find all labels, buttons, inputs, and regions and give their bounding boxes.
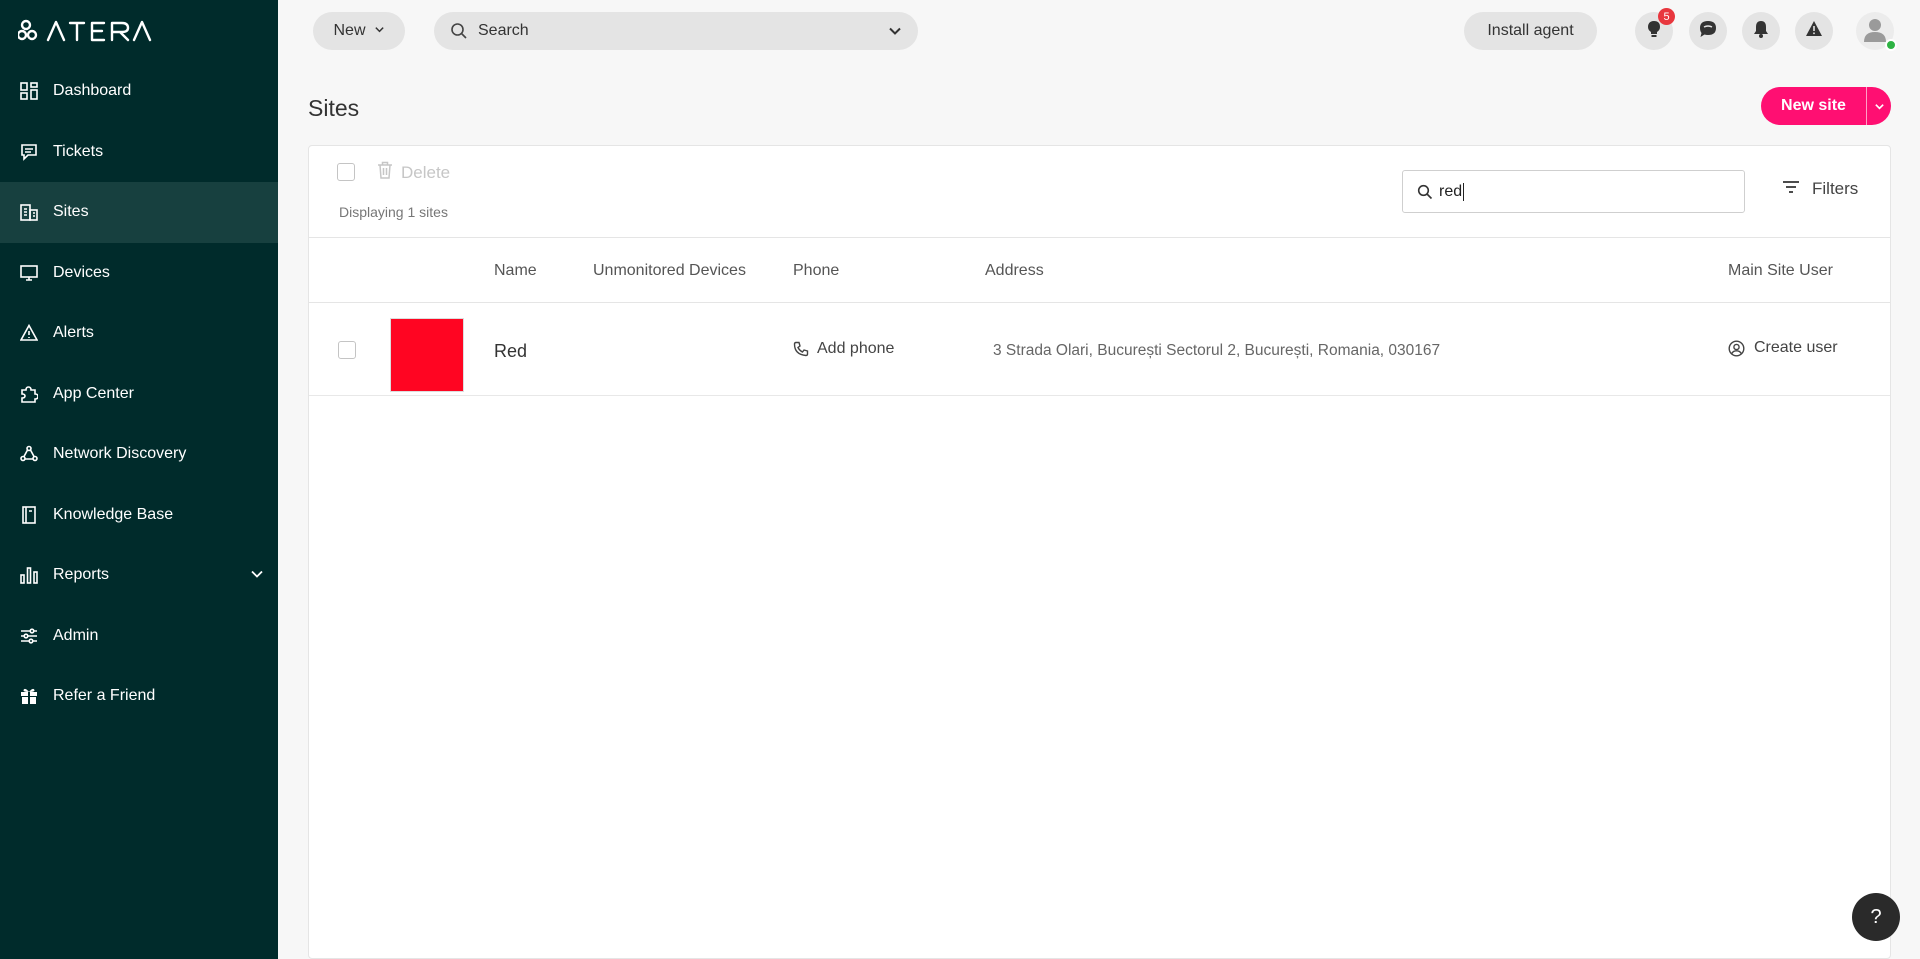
sidebar-item-devices[interactable]: Devices [0,243,278,304]
sidebar-item-dashboard[interactable]: Dashboard [0,61,278,122]
notifications-button[interactable] [1742,12,1780,50]
sidebar-item-reports[interactable]: Reports [0,545,278,606]
select-all-checkbox[interactable] [337,163,355,181]
sidebar-item-label: Network Discovery [53,445,187,463]
trash-icon [377,161,393,184]
puzzle-icon [19,384,39,404]
column-header-unmonitored-devices[interactable]: Unmonitored Devices [593,262,746,280]
add-phone-link[interactable]: Add phone [793,340,894,358]
user-circle-icon [1728,339,1745,357]
warning-icon [1805,20,1823,42]
ideas-button[interactable]: 5 [1635,8,1675,50]
sidebar-item-refer-a-friend[interactable]: Refer a Friend [0,666,278,727]
global-search[interactable]: Search [434,12,918,50]
avatar[interactable] [1856,12,1897,51]
search-icon [450,22,468,40]
chat-button[interactable] [1689,12,1727,50]
chevron-down-icon [1874,103,1884,110]
top-bar: New Search Install agent 5 [278,0,1920,62]
atera-logo-mark [18,19,152,42]
search-value: red [1439,182,1463,200]
filter-icon [1782,179,1800,199]
column-header-main-site-user[interactable]: Main Site User [1728,262,1833,280]
bell-icon [1753,20,1769,43]
sidebar-item-label: Devices [53,263,110,281]
help-button[interactable]: ? [1852,893,1900,941]
site-thumbnail[interactable] [390,318,464,392]
chevron-down-icon[interactable] [888,24,902,38]
sidebar-item-label: Dashboard [53,82,132,100]
building-icon [19,202,39,222]
dashboard-icon [19,81,39,101]
search-icon [1417,184,1433,200]
warning-icon [19,323,39,343]
sites-search-input[interactable]: red [1402,170,1745,213]
ticket-icon [19,142,39,162]
ideas-badge: 5 [1658,8,1675,25]
sidebar-nav: Dashboard Tickets Sites Devices Alerts A… [0,61,278,727]
create-user-label: Create user [1754,339,1838,356]
sidebar-item-app-center[interactable]: App Center [0,364,278,425]
sidebar-item-label: Sites [53,203,89,221]
sites-table-card: Delete Displaying 1 sites red Filters Na… [308,145,1891,959]
table-header: Name Unmonitored Devices Phone Address M… [309,237,1890,303]
online-status-dot [1885,39,1897,51]
filters-label: Filters [1812,179,1859,198]
lightbulb-icon [1646,20,1662,43]
bar-chart-icon [19,565,39,585]
alerts-button[interactable] [1795,12,1833,50]
monitor-icon [19,263,39,283]
sidebar-item-label: App Center [53,384,134,402]
column-header-phone[interactable]: Phone [793,262,839,280]
sidebar-item-alerts[interactable]: Alerts [0,303,278,364]
column-header-name[interactable]: Name [494,262,537,280]
sidebar-item-knowledge-base[interactable]: Knowledge Base [0,485,278,546]
filters-button[interactable]: Filters [1782,179,1858,199]
phone-icon [793,341,809,357]
new-button[interactable]: New [313,12,405,50]
sliders-icon [19,626,39,646]
install-agent-button[interactable]: Install agent [1464,12,1597,50]
new-site-button[interactable]: New site [1761,87,1891,125]
sidebar-item-tickets[interactable]: Tickets [0,122,278,183]
gift-icon [19,686,39,706]
sidebar-item-label: Reports [53,566,110,584]
add-phone-label: Add phone [817,340,895,357]
sidebar-item-network-discovery[interactable]: Network Discovery [0,424,278,485]
table-row[interactable]: Red Add phone 3 Strada Olari, București … [309,303,1890,396]
text-caret [1463,182,1465,201]
page-title: Sites [308,95,360,121]
delete-label: Delete [401,162,451,182]
chat-icon [1699,20,1717,43]
sidebar-item-label: Admin [53,626,99,644]
sidebar-item-label: Alerts [53,324,94,342]
create-user-link[interactable]: Create user [1728,339,1838,357]
sidebar-item-label: Refer a Friend [53,687,156,705]
sidebar: Dashboard Tickets Sites Devices Alerts A… [0,0,278,959]
sidebar-item-label: Knowledge Base [53,505,174,523]
sidebar-item-admin[interactable]: Admin [0,606,278,667]
sidebar-item-label: Tickets [53,142,104,160]
row-checkbox[interactable] [338,341,356,359]
sidebar-item-sites[interactable]: Sites [0,182,278,243]
atera-logo[interactable] [18,18,168,44]
book-icon [19,505,39,525]
site-name[interactable]: Red [494,341,527,362]
column-header-address[interactable]: Address [985,262,1044,280]
network-icon [19,444,39,464]
new-site-button-label[interactable]: New site [1761,87,1866,125]
delete-button[interactable]: Delete [377,161,450,184]
new-site-dropdown[interactable] [1866,87,1891,125]
chevron-down-icon[interactable] [250,567,264,586]
new-button-label: New [333,22,366,39]
results-count: Displaying 1 sites [339,204,448,220]
search-placeholder: Search [478,22,529,39]
chevron-down-icon [374,22,385,40]
site-address: 3 Strada Olari, București Sectorul 2, Bu… [993,342,1441,359]
